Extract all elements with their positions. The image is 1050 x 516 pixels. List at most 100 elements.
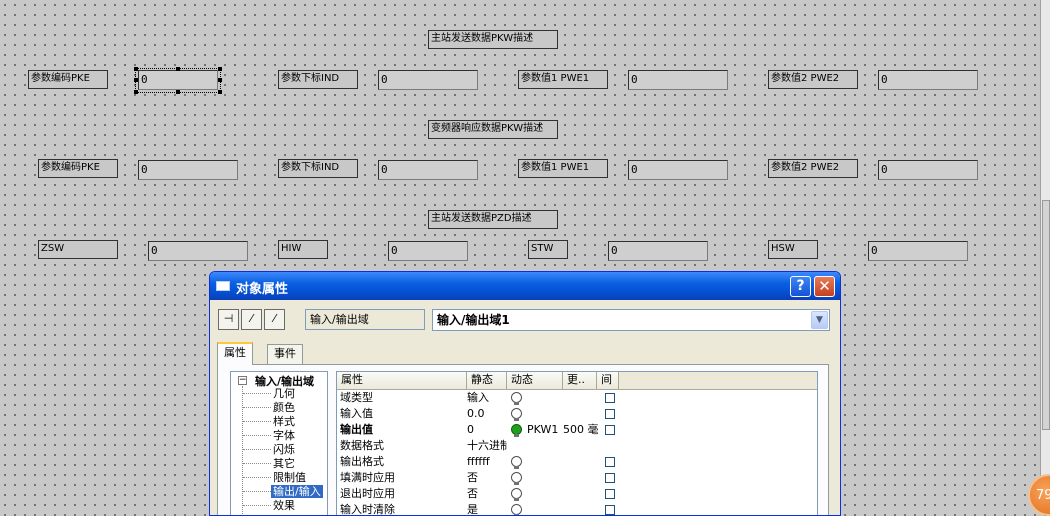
property-name: 输出格式 xyxy=(340,455,384,468)
label-pwe1-response[interactable]: 参数值1 PWE1 xyxy=(518,159,608,178)
property-row[interactable]: 输出值 0 PKW1 500 毫 xyxy=(337,422,817,438)
resize-handle[interactable] xyxy=(218,78,222,82)
label-zsw[interactable]: ZSW xyxy=(38,240,118,259)
label-pke-response[interactable]: 参数编码PKE xyxy=(38,159,118,178)
tab-events[interactable]: 事件 xyxy=(267,344,303,364)
section-title-pkw-send[interactable]: 主站发送数据PKW描述 xyxy=(428,30,558,49)
dynamic-bulb-icon[interactable] xyxy=(511,472,522,485)
pipette-icon[interactable]: ⁄ xyxy=(264,309,285,330)
property-static-value[interactable]: 否 xyxy=(467,486,507,502)
collapse-icon[interactable]: − xyxy=(238,376,247,385)
label-ind-response[interactable]: 参数下标IND xyxy=(278,159,358,178)
dynamic-bulb-icon[interactable] xyxy=(511,424,522,437)
io-field-ind-response[interactable]: 0 xyxy=(378,160,478,180)
tree-item[interactable]: 样式 xyxy=(273,415,295,428)
io-field-pke-response[interactable]: 0 xyxy=(138,160,238,180)
property-row[interactable]: 数据格式 十六进制 xyxy=(337,438,817,454)
indirect-checkbox[interactable] xyxy=(605,457,615,467)
dynamic-bulb-icon[interactable] xyxy=(511,488,522,501)
io-field-pwe2-response[interactable]: 0 xyxy=(878,160,978,180)
label-hsw[interactable]: HSW xyxy=(768,240,818,259)
vertical-scrollbar[interactable] xyxy=(1040,0,1050,509)
tree-item[interactable]: 输出/输入 xyxy=(271,485,323,498)
tree-item[interactable]: 几何 xyxy=(273,387,295,400)
indirect-checkbox[interactable] xyxy=(605,393,615,403)
indirect-checkbox[interactable] xyxy=(605,409,615,419)
label-ind-send[interactable]: 参数下标IND xyxy=(278,70,358,89)
column-header-dynamic[interactable]: 动态 xyxy=(507,372,563,389)
indirect-checkbox[interactable] xyxy=(605,489,615,499)
property-static-value[interactable]: 十六进制 xyxy=(467,438,507,454)
tree-item[interactable]: 闪烁 xyxy=(273,443,295,456)
indirect-checkbox[interactable] xyxy=(605,505,615,515)
dynamic-bulb-icon[interactable] xyxy=(511,504,522,515)
property-row[interactable]: 输出格式 ffffff xyxy=(337,454,817,470)
tree-item[interactable]: 效果 xyxy=(273,499,295,512)
resize-handle[interactable] xyxy=(134,67,138,71)
resize-handle[interactable] xyxy=(218,67,222,71)
resize-handle[interactable] xyxy=(218,90,222,94)
object-properties-dialog: 对象属性 ? ✕ ⊣ ⁄ ⁄ 输入/输出域 输入/输出域1 ▼ 属性 事件 − … xyxy=(209,271,841,516)
label-pwe1-send[interactable]: 参数值1 PWE1 xyxy=(518,70,608,89)
io-field-hiw[interactable]: 0 xyxy=(388,241,468,261)
column-header-property[interactable]: 属性 xyxy=(337,372,467,389)
resize-handle[interactable] xyxy=(176,90,180,94)
object-name-combo[interactable]: 输入/输出域1 ▼ xyxy=(432,309,830,331)
dynamic-bulb-icon[interactable] xyxy=(511,456,522,469)
pin-icon[interactable]: ⊣ xyxy=(218,309,239,330)
label-stw[interactable]: STW xyxy=(528,240,568,259)
resize-handle[interactable] xyxy=(176,67,180,71)
chevron-down-icon[interactable]: ▼ xyxy=(811,311,828,329)
column-header-indirect[interactable]: 间 xyxy=(597,372,619,389)
property-name: 退出时应用 xyxy=(340,487,395,500)
property-static-value[interactable]: 0.0 xyxy=(467,406,507,422)
pipette-icon[interactable]: ⁄ xyxy=(241,309,262,330)
tree-line xyxy=(243,491,271,492)
dialog-titlebar[interactable]: 对象属性 ? ✕ xyxy=(210,272,840,300)
close-button[interactable]: ✕ xyxy=(814,276,835,297)
resize-handle[interactable] xyxy=(134,78,138,82)
property-update-cycle[interactable]: 500 毫 xyxy=(563,422,599,438)
property-grid[interactable]: 属性 静态 动态 更.. 间 域类型 输入 输入值 0.0 输出值 0 PKW1 500 毫数… xyxy=(336,371,818,515)
io-field-pwe1-response[interactable]: 0 xyxy=(628,160,728,180)
tree-line xyxy=(243,463,271,464)
tab-properties[interactable]: 属性 xyxy=(217,342,253,365)
property-static-value[interactable]: 输入 xyxy=(467,390,507,406)
indirect-checkbox[interactable] xyxy=(605,425,615,435)
property-static-value[interactable]: 0 xyxy=(467,422,507,438)
property-row[interactable]: 退出时应用 否 xyxy=(337,486,817,502)
property-row[interactable]: 输入值 0.0 xyxy=(337,406,817,422)
io-field-pwe1-send[interactable]: 0 xyxy=(628,70,728,90)
property-static-value[interactable]: 是 xyxy=(467,502,507,515)
dynamic-bulb-icon[interactable] xyxy=(511,408,522,421)
tree-item[interactable]: 其它 xyxy=(273,457,295,470)
tree-item[interactable]: 字体 xyxy=(273,429,295,442)
property-row[interactable]: 输入时清除 是 xyxy=(337,502,817,515)
scrollbar-thumb[interactable] xyxy=(1042,200,1050,430)
indirect-checkbox[interactable] xyxy=(605,473,615,483)
label-pwe2-response[interactable]: 参数值2 PWE2 xyxy=(768,159,858,178)
help-button[interactable]: ? xyxy=(790,276,811,297)
property-row[interactable]: 填满时应用 否 xyxy=(337,470,817,486)
property-static-value[interactable]: 否 xyxy=(467,470,507,486)
io-field-ind-send[interactable]: 0 xyxy=(378,70,478,90)
dynamic-bulb-icon[interactable] xyxy=(511,392,522,405)
property-dynamic-value[interactable]: PKW1 xyxy=(527,422,561,438)
label-hiw[interactable]: HIW xyxy=(278,240,328,259)
column-header-update[interactable]: 更.. xyxy=(563,372,597,389)
label-pke-send[interactable]: 参数编码PKE xyxy=(28,70,108,89)
tree-item[interactable]: 颜色 xyxy=(273,401,295,414)
section-title-pzd-send[interactable]: 主站发送数据PZD描述 xyxy=(428,210,558,229)
property-category-tree[interactable]: − 输入/输出域 几何 颜色 样式 字体 闪烁 其它 限制值 输出/输入 效果 xyxy=(230,371,328,515)
io-field-pwe2-send[interactable]: 0 xyxy=(878,70,978,90)
io-field-stw[interactable]: 0 xyxy=(608,241,708,261)
property-row[interactable]: 域类型 输入 xyxy=(337,390,817,406)
io-field-hsw[interactable]: 0 xyxy=(868,241,968,261)
io-field-zsw[interactable]: 0 xyxy=(148,241,248,261)
column-header-static[interactable]: 静态 xyxy=(467,372,507,389)
tree-item[interactable]: 限制值 xyxy=(273,471,306,484)
label-pwe2-send[interactable]: 参数值2 PWE2 xyxy=(768,70,858,89)
section-title-pkw-response[interactable]: 变频器响应数据PKW描述 xyxy=(428,120,558,139)
property-static-value[interactable]: ffffff xyxy=(467,454,507,470)
resize-handle[interactable] xyxy=(134,90,138,94)
